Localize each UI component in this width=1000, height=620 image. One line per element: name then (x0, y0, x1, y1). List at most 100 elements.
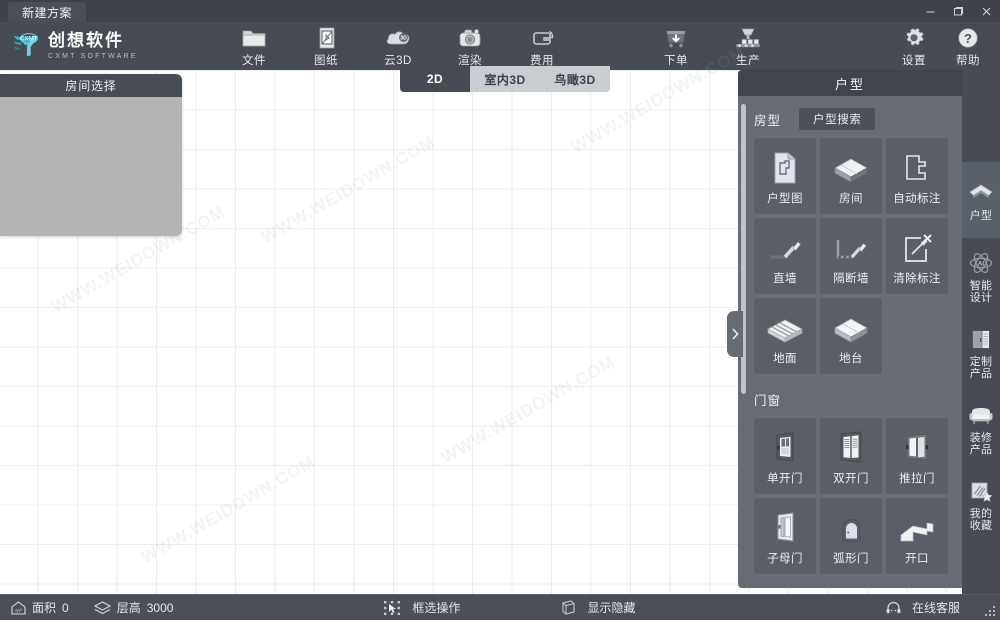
headset-icon (885, 600, 902, 616)
tool-single-door[interactable]: 单开门 (754, 418, 816, 494)
view-mode-tabs: 2D 室内3D 鸟瞰3D (400, 66, 610, 92)
toolbar-item-render[interactable]: 渲染 (434, 23, 506, 69)
status-bar: m² 面积 0 层高 3000 框选操作 显示隐藏 在线客服 (0, 594, 1000, 620)
cloud-3d-icon: 3D (383, 25, 413, 51)
panel-collapse-button[interactable] (727, 311, 743, 357)
sidebar-item-custom-product[interactable]: 定制 产品 (962, 314, 1000, 390)
roomtype-tool-grid: 户型图 房间 自动标注 直墙 隔断墙 清除标注 地面 地台 (754, 138, 950, 374)
tool-straight-wall[interactable]: 直墙 (754, 218, 816, 294)
close-button[interactable] (972, 0, 1000, 22)
status-support[interactable]: 在线客服 (885, 599, 960, 616)
floorplan-search-button[interactable]: 户型搜索 (799, 108, 876, 130)
opening-icon (897, 506, 937, 550)
restore-button[interactable] (944, 0, 972, 22)
tool-platform[interactable]: 地台 (820, 298, 882, 374)
room-box-icon (831, 146, 871, 190)
tab-2d[interactable]: 2D (400, 66, 470, 92)
tab-indoor-3d[interactable]: 室内3D (470, 66, 540, 92)
toolbar-item-settings[interactable]: 设置 (886, 23, 942, 69)
ai-atom-icon: AI (968, 249, 994, 277)
toolbar-item-order[interactable]: 下单 (640, 23, 712, 69)
watermark: WWW.WEIDOWN.COM (138, 452, 319, 568)
toolbar-item-help[interactable]: ? 帮助 (942, 23, 994, 69)
tool-partition-wall[interactable]: 隔断墙 (820, 218, 882, 294)
svg-text:AI: AI (978, 260, 985, 267)
main-toolbar: CXMT 创想软件 CXMT SOFTWARE 文件 图纸 3D 云3D 渲染 … (0, 22, 1000, 70)
toolbar-item-blueprint[interactable]: 图纸 (290, 23, 362, 69)
favorite-star-icon (968, 477, 994, 505)
minimize-icon (926, 11, 934, 12)
auto-dimension-icon (899, 146, 935, 190)
platform-icon (830, 306, 872, 350)
toolbar-item-label: 帮助 (956, 54, 980, 67)
tool-double-door[interactable]: 双开门 (820, 418, 882, 494)
status-select-mode[interactable]: 框选操作 (383, 599, 460, 616)
gear-icon (901, 25, 927, 51)
camera-icon (455, 25, 485, 51)
section-header-roomtype: 房型 户型搜索 (754, 106, 950, 132)
double-door-icon (833, 426, 869, 470)
partition-wall-icon (832, 226, 870, 270)
floorplan-panel-body: 房型 户型搜索 户型图 房间 自动标注 直墙 隔断墙 清除标注 地面 地台 门窗… (738, 96, 962, 588)
sidebar-item-label2: 收藏 (969, 519, 993, 532)
room-selection-title-label: 房间选择 (65, 79, 117, 93)
area-icon: m² (10, 600, 27, 616)
single-door-icon (768, 426, 802, 470)
sidebar-item-smart-design[interactable]: AI 智能 设计 (962, 238, 1000, 314)
floorplan-panel-title-label: 户型 (834, 76, 865, 92)
minimize-button[interactable] (916, 0, 944, 22)
room-selection-title: 房间选择 (0, 74, 182, 97)
section-title: 门窗 (754, 393, 782, 408)
section-title: 房型 (754, 113, 782, 128)
tool-clear-dimension[interactable]: 清除标注 (886, 218, 948, 294)
room-selection-list[interactable] (0, 97, 182, 236)
floor-height-value: 3000 (146, 600, 174, 615)
svg-text:CXMT: CXMT (20, 35, 38, 42)
select-mode-label: 框选操作 (412, 601, 461, 615)
watermark: WWW.WEIDOWN.COM (438, 352, 619, 468)
toolbar-item-file[interactable]: 文件 (218, 23, 290, 69)
sidebar-item-favorites[interactable]: 我的 收藏 (962, 466, 1000, 542)
tool-arched-door[interactable]: 弧形门 (820, 498, 882, 574)
sidebar-item-decor-product[interactable]: 装修 产品 (962, 390, 1000, 466)
support-label: 在线客服 (911, 601, 960, 615)
resize-grip[interactable] (983, 606, 997, 618)
floorplan-icon (768, 146, 802, 190)
toolbar-right-items: 设置 ? 帮助 (886, 23, 994, 69)
toolbar-item-cost[interactable]: 费用 (506, 23, 578, 69)
sidebar-item-label: 智能 (969, 279, 993, 292)
tool-room[interactable]: 房间 (820, 138, 882, 214)
tool-opening[interactable]: 开口 (886, 498, 948, 574)
brand-name-cn: 创想软件 (48, 30, 124, 51)
tool-sliding-door[interactable]: 推拉门 (886, 418, 948, 494)
tool-label: 隔断墙 (833, 273, 869, 285)
toolbar-item-label: 下单 (664, 54, 688, 67)
sidebar-item-label: 装修 (969, 431, 993, 444)
cabinet-icon (969, 325, 993, 353)
house-chevron-icon (968, 179, 994, 207)
document-tab[interactable]: 新建方案 (8, 2, 87, 22)
order-cart-icon (661, 25, 691, 51)
tool-floorplan[interactable]: 户型图 (754, 138, 816, 214)
tool-label: 双开门 (833, 473, 869, 485)
sliding-door-icon (899, 426, 935, 470)
watermark: WWW.WEIDOWN.COM (258, 132, 439, 248)
brand-name-en: CXMT SOFTWARE (48, 52, 138, 60)
sidebar-item-floorplan[interactable]: 户型 (962, 162, 1000, 238)
tab-indoor-3d-label: 室内3D (484, 72, 526, 87)
tab-aerial-3d[interactable]: 鸟瞰3D (540, 66, 610, 92)
toolbar-item-cloud3d[interactable]: 3D 云3D (362, 23, 434, 69)
tool-label: 自动标注 (893, 193, 941, 205)
floorplan-panel-title: 户型 (738, 70, 962, 96)
toolbar-item-production[interactable]: 生产 (712, 23, 784, 69)
status-show-hide[interactable]: 显示隐藏 (560, 599, 635, 616)
tool-auto-dimension[interactable]: 自动标注 (886, 138, 948, 214)
tool-label: 推拉门 (899, 473, 935, 485)
toolbar-item-label: 图纸 (314, 54, 338, 67)
tool-unequal-door[interactable]: 子母门 (754, 498, 816, 574)
document-tab-label: 新建方案 (22, 5, 73, 20)
section-header-doorwindow: 门窗 (754, 386, 950, 412)
tool-label: 子母门 (767, 553, 803, 565)
area-label: 面积 (32, 601, 57, 615)
tool-floor[interactable]: 地面 (754, 298, 816, 374)
